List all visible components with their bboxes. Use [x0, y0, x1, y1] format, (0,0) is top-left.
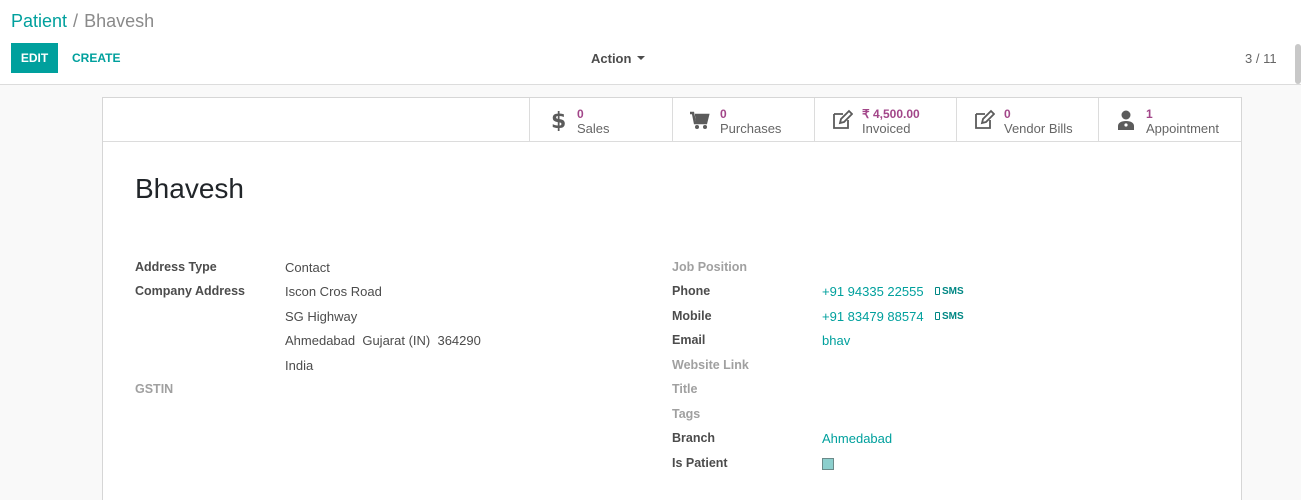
phone-link[interactable]: +91 94335 22555	[822, 284, 924, 299]
action-dropdown[interactable]: Action	[591, 51, 646, 66]
address-type-value: Contact	[285, 260, 330, 275]
vendor-bills-smart-button[interactable]: 0 Vendor Bills	[956, 98, 1099, 141]
is-patient-checkbox[interactable]	[822, 458, 834, 470]
breadcrumb: Patient / Bhavesh	[11, 11, 154, 32]
address-city-line: Ahmedabad Gujarat (IN) 364290	[285, 333, 481, 348]
dollar-icon: $	[551, 109, 566, 131]
vendor-bills-label: Vendor Bills	[1004, 121, 1073, 136]
address-country: India	[285, 358, 314, 373]
tags-label: Tags	[672, 407, 701, 421]
invoiced-label: Invoiced	[862, 121, 911, 136]
control-panel: Patient / Bhavesh EDIT CREATE Action 3 / 1…	[0, 0, 1301, 85]
doctor-icon	[1118, 110, 1134, 130]
action-label: Action	[591, 51, 632, 66]
smart-button-box: $ 0 Sales 0 Purchases ₹ 4,500.00 Invoice…	[103, 98, 1241, 142]
is-patient-label: Is Patient	[672, 456, 728, 470]
title-label: Title	[672, 382, 698, 396]
appointment-smart-button[interactable]: 1 Appointment	[1098, 98, 1241, 141]
scrollbar[interactable]	[1295, 44, 1301, 84]
address-type-label: Address Type	[135, 260, 217, 274]
mobile-phone-icon	[935, 312, 940, 320]
sales-label: Sales	[577, 121, 610, 136]
invoiced-amount: ₹ 4,500.00	[862, 107, 920, 121]
website-label: Website Link	[672, 358, 749, 372]
gstin-label: GSTIN	[135, 382, 174, 396]
appointment-label: Appointment	[1146, 121, 1219, 136]
purchases-smart-button[interactable]: 0 Purchases	[672, 98, 815, 141]
breadcrumb-separator: /	[73, 11, 79, 31]
vendor-bills-count: 0	[1004, 107, 1011, 121]
branch-label: Branch	[672, 431, 716, 445]
email-link[interactable]: bhav	[822, 333, 850, 348]
edit-icon	[975, 109, 995, 129]
mobile-link[interactable]: +91 83479 88574	[822, 309, 924, 324]
purchases-label: Purchases	[720, 121, 782, 136]
breadcrumb-parent-link[interactable]: Patient	[11, 11, 67, 31]
svg-text:$: $	[551, 109, 566, 131]
mobile-phone-icon	[935, 287, 940, 295]
mobile-sms-label: SMS	[942, 311, 964, 322]
phone-sms-label: SMS	[942, 286, 964, 297]
mobile-sms-button[interactable]: SMS	[935, 311, 964, 322]
branch-link[interactable]: Ahmedabad	[822, 431, 892, 446]
phone-label: Phone	[672, 284, 711, 298]
edit-button[interactable]: EDIT	[11, 43, 58, 73]
job-position-label: Job Position	[672, 260, 747, 274]
company-address-label: Company Address	[135, 284, 245, 298]
appointment-count: 1	[1146, 107, 1153, 121]
caret-down-icon	[637, 56, 646, 61]
phone-sms-button[interactable]: SMS	[935, 286, 964, 297]
form-sheet: $ 0 Sales 0 Purchases ₹ 4,500.00 Invoice…	[102, 97, 1242, 500]
record-name: Bhavesh	[135, 173, 244, 204]
purchases-count: 0	[720, 107, 727, 121]
address-street2: SG Highway	[285, 309, 358, 324]
breadcrumb-current: Bhavesh	[84, 11, 155, 31]
address-street: Iscon Cros Road	[285, 284, 382, 299]
edit-icon	[833, 109, 853, 129]
invoiced-smart-button[interactable]: ₹ 4,500.00 Invoiced	[814, 98, 957, 141]
sales-smart-button[interactable]: $ 0 Sales	[529, 98, 672, 141]
mobile-label: Mobile	[672, 309, 712, 323]
cart-icon	[690, 111, 710, 129]
email-label: Email	[672, 333, 706, 347]
pager-value[interactable]: 3 / 11	[1245, 51, 1277, 66]
create-button[interactable]: CREATE	[66, 43, 126, 73]
sales-count: 0	[577, 107, 584, 121]
